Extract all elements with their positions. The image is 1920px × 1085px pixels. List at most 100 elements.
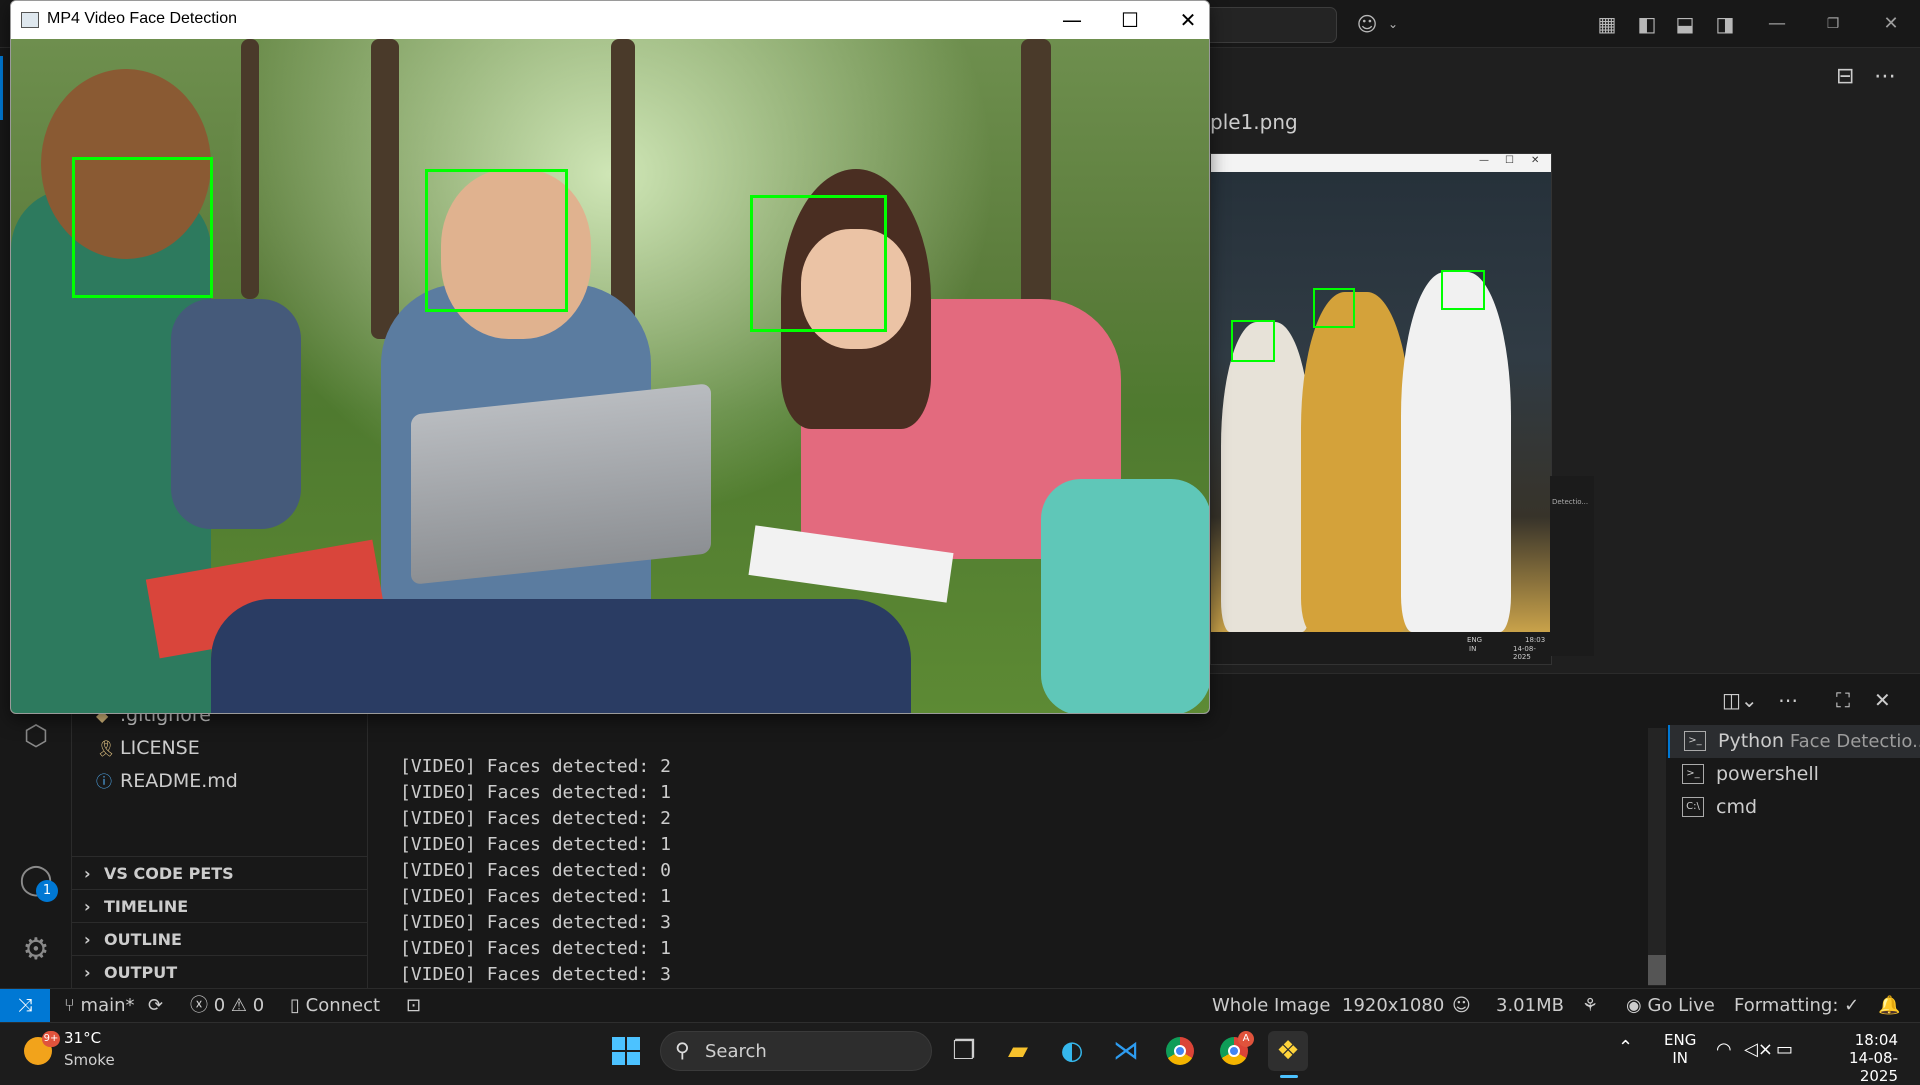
weather-desc[interactable]: Smoke xyxy=(64,1051,115,1069)
file-item-license[interactable]: 🎗 LICENSE xyxy=(96,733,200,763)
info-icon: ⓘ xyxy=(96,772,113,791)
panel-more-icon[interactable]: ⋯ xyxy=(1778,688,1798,712)
preview-date: 14-08-2025 xyxy=(1513,645,1536,661)
toggle-panel-icon[interactable]: ⬓ xyxy=(1672,12,1698,36)
maximize-panel-icon[interactable]: ⛶ xyxy=(1836,688,1850,712)
settings-gear-icon[interactable]: ⚙ xyxy=(14,928,58,972)
preview-time: 18:03 xyxy=(1525,636,1546,644)
editor-tab-title[interactable]: ple1.png xyxy=(1210,110,1298,134)
clock-time: 18:04 xyxy=(1854,1031,1898,1049)
more-actions-icon[interactable]: ⋯ xyxy=(1874,64,1896,89)
error-icon: ⓧ xyxy=(190,995,214,1016)
search-icon: ⚲ xyxy=(675,1038,690,1062)
close-panel-icon[interactable]: ✕ xyxy=(1874,688,1891,712)
chrome-profile-badge: A xyxy=(1238,1031,1254,1047)
task-view-icon[interactable]: ❐ xyxy=(944,1031,984,1071)
language-indicator[interactable]: ENG IN xyxy=(1664,1031,1696,1067)
video-frame xyxy=(11,39,1209,713)
tree-trunk xyxy=(371,39,399,339)
section-timeline[interactable]: › TIMELINE xyxy=(72,889,368,922)
volume-muted-icon[interactable]: ◁× xyxy=(1744,1039,1773,1060)
file-size[interactable]: 3.01MB xyxy=(1496,989,1564,1022)
cv-minimize-icon[interactable]: — xyxy=(1049,5,1095,35)
python-app-icon[interactable]: ❖ xyxy=(1268,1031,1308,1071)
terminal-scrollbar-thumb[interactable] xyxy=(1648,955,1666,985)
terminal-session-powershell[interactable]: >_ powershell xyxy=(1668,758,1920,791)
branch-status[interactable]: ⑂ main* xyxy=(64,989,135,1022)
go-live-button[interactable]: ◉ Go Live xyxy=(1626,989,1715,1022)
start-button[interactable] xyxy=(606,1031,646,1071)
vscode-restore-icon[interactable]: ❐ xyxy=(1820,12,1846,36)
terminal-line: [VIDEO] Faces detected: 3 xyxy=(400,964,671,985)
toggle-primary-sidebar-icon[interactable]: ◧ xyxy=(1634,12,1660,36)
file-item-readme[interactable]: ⓘ README.md xyxy=(96,766,238,796)
jeans xyxy=(211,599,911,713)
app-window-icon xyxy=(21,12,39,28)
image-mode[interactable]: Whole Image xyxy=(1212,989,1330,1022)
packages-icon[interactable]: ⬡ xyxy=(14,714,58,758)
weather-widget[interactable]: 9+ xyxy=(22,1031,62,1071)
problems-status[interactable]: ⓧ 0 ⚠ 0 xyxy=(190,989,264,1022)
preview-lang: ENG xyxy=(1467,636,1483,644)
sync-icon[interactable]: ⟳ xyxy=(148,989,163,1022)
file-explorer-icon[interactable]: ▰ xyxy=(998,1031,1038,1071)
branch-icon: ⑂ xyxy=(64,995,81,1016)
preview-side-strip: Detectio... xyxy=(1550,476,1594,656)
battery-icon[interactable]: ▭ xyxy=(1776,1039,1793,1060)
license-icon: 🎗 xyxy=(96,739,117,758)
toggle-secondary-sidebar-icon[interactable]: ◨ xyxy=(1712,12,1738,36)
terminal-scrollbar[interactable] xyxy=(1648,728,1666,986)
search-label: Search xyxy=(705,1041,767,1062)
preview-person xyxy=(1401,272,1511,632)
windows-taskbar: 9+ 31°C Smoke ⚲ Search ❐ ▰ ◐ ⋊ A ❖ ⌃ ENG… xyxy=(0,1022,1920,1085)
terminal-session-python[interactable]: >_ Python Face Detectio... xyxy=(1668,725,1920,758)
section-output[interactable]: › OUTPUT xyxy=(72,955,368,988)
account-badge: 1 xyxy=(36,880,58,902)
tree-trunk xyxy=(611,39,635,339)
wifi-icon[interactable]: ◠ xyxy=(1716,1039,1732,1060)
remote-indicator-icon[interactable]: ⤨ xyxy=(0,989,50,1022)
show-hidden-icons-chevron-icon[interactable]: ⌃ xyxy=(1618,1037,1633,1058)
cmd-icon: C:\ xyxy=(1682,797,1704,817)
chevron-right-icon: › xyxy=(84,897,91,916)
chevron-down-icon[interactable]: ⌄ xyxy=(1380,12,1406,36)
session-subtitle: Face Detectio... xyxy=(1789,731,1920,752)
edge-icon[interactable]: ◐ xyxy=(1052,1031,1092,1071)
vscode-close-icon[interactable]: ✕ xyxy=(1878,12,1904,36)
cv-maximize-icon[interactable]: ☐ xyxy=(1107,5,1153,35)
active-app-indicator xyxy=(1280,1075,1298,1078)
image-preview: — ☐ ✕ ENG IN 18:03 14-08-2025 xyxy=(1210,153,1552,665)
section-outline[interactable]: › OUTLINE xyxy=(72,922,368,955)
backpack xyxy=(1041,479,1209,713)
vscode-icon[interactable]: ⋊ xyxy=(1106,1031,1146,1071)
weather-temp[interactable]: 31°C xyxy=(64,1029,101,1047)
formatting-status[interactable]: Formatting: ✓ xyxy=(1734,989,1859,1022)
vscode-minimize-icon[interactable]: — xyxy=(1764,12,1790,36)
chrome-profile-icon[interactable]: A xyxy=(1214,1031,1254,1071)
connect-status[interactable]: ▯ Connect xyxy=(290,989,380,1022)
image-dimensions[interactable]: 1920x1080 xyxy=(1342,989,1444,1022)
preview-titlebar: — ☐ ✕ xyxy=(1211,154,1551,172)
split-editor-icon[interactable]: ⊟ xyxy=(1836,64,1854,89)
copilot-status-icon[interactable]: ☺ xyxy=(1452,989,1471,1022)
feedback-icon[interactable]: ⚘ xyxy=(1582,989,1598,1022)
terminal-status-icon[interactable]: ⊡ xyxy=(406,989,421,1022)
file-name: README.md xyxy=(120,770,238,792)
preview-photo xyxy=(1211,172,1551,632)
preview-face-box xyxy=(1231,320,1275,362)
customize-layout-icon[interactable]: ▦ xyxy=(1594,12,1620,36)
notifications-bell-icon[interactable]: 🔔 xyxy=(1878,989,1900,1022)
person-blue-tshirt xyxy=(171,299,301,529)
chrome-icon[interactable] xyxy=(1160,1031,1200,1071)
split-terminal-icon[interactable]: ◫⌄ xyxy=(1722,688,1758,712)
section-vscode-pets[interactable]: › VS CODE PETS xyxy=(72,856,368,889)
cv-close-icon[interactable]: ✕ xyxy=(1165,5,1209,35)
cv-window-titlebar[interactable]: MP4 Video Face Detection — ☐ ✕ xyxy=(11,1,1209,39)
taskbar-search[interactable]: ⚲ Search xyxy=(660,1031,932,1071)
video-face-detection-window[interactable]: MP4 Video Face Detection — ☐ ✕ xyxy=(10,0,1210,714)
terminal-line: [VIDEO] Faces detected: 1 xyxy=(400,782,671,803)
preview-close-icon: ✕ xyxy=(1531,155,1540,166)
copilot-icon[interactable]: ☺ xyxy=(1354,12,1380,36)
terminal-session-cmd[interactable]: C:\ cmd xyxy=(1668,791,1920,824)
clock[interactable]: 18:04 14-08-2025 xyxy=(1818,1031,1898,1085)
